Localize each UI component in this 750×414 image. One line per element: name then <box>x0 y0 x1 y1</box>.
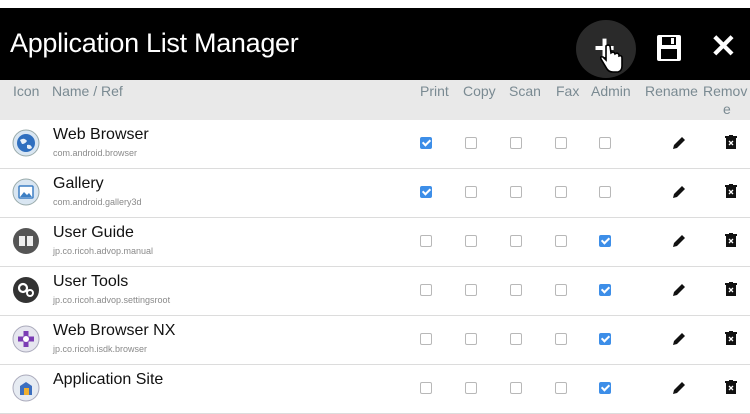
rename-pencil-icon[interactable] <box>671 233 687 254</box>
admin-checkbox[interactable] <box>599 333 611 345</box>
column-rename: Rename <box>645 83 698 99</box>
table-row[interactable]: Web Browser NX jp.co.ricoh.isdk.browser <box>0 316 750 365</box>
print-checkbox[interactable] <box>420 333 432 345</box>
save-icon[interactable] <box>656 34 682 67</box>
rename-pencil-icon[interactable] <box>671 331 687 352</box>
scan-checkbox[interactable] <box>510 235 522 247</box>
print-checkbox[interactable] <box>420 382 432 394</box>
scan-checkbox[interactable] <box>510 284 522 296</box>
app-ref: jp.co.ricoh.advop.settingsroot <box>53 295 171 305</box>
remove-trash-icon[interactable] <box>725 135 737 154</box>
browser-nx-icon <box>12 325 40 353</box>
title-bar: Application List Manager + ✕ <box>0 8 750 80</box>
scan-checkbox[interactable] <box>510 333 522 345</box>
admin-checkbox[interactable] <box>599 284 611 296</box>
fax-checkbox[interactable] <box>555 186 567 198</box>
print-checkbox[interactable] <box>420 235 432 247</box>
copy-checkbox[interactable] <box>465 382 477 394</box>
app-name: User Tools <box>53 273 129 290</box>
rename-pencil-icon[interactable] <box>671 184 687 205</box>
globe-icon <box>12 129 40 157</box>
table-row[interactable]: User Tools jp.co.ricoh.advop.settingsroot <box>0 267 750 316</box>
remove-trash-icon[interactable] <box>725 380 737 399</box>
book-icon <box>12 227 40 255</box>
remove-trash-icon[interactable] <box>725 233 737 252</box>
copy-checkbox[interactable] <box>465 186 477 198</box>
copy-checkbox[interactable] <box>465 284 477 296</box>
page-title: Application List Manager <box>10 28 299 58</box>
column-print: Print <box>420 83 449 99</box>
admin-checkbox[interactable] <box>599 137 611 149</box>
column-remove-wrap: e <box>723 101 731 117</box>
app-ref: com.android.browser <box>53 148 138 158</box>
remove-trash-icon[interactable] <box>725 282 737 301</box>
fax-checkbox[interactable] <box>555 137 567 149</box>
column-header-row: Icon Name / Ref Print Copy Scan Fax Admi… <box>0 80 750 120</box>
copy-checkbox[interactable] <box>465 137 477 149</box>
scan-checkbox[interactable] <box>510 186 522 198</box>
admin-checkbox[interactable] <box>599 235 611 247</box>
table-row[interactable]: Web Browser com.android.browser <box>0 120 750 169</box>
app-name: Web Browser <box>53 126 149 143</box>
rename-pencil-icon[interactable] <box>671 282 687 303</box>
table-row[interactable]: Application Site <box>0 365 750 414</box>
app-site-icon <box>12 374 40 402</box>
admin-checkbox[interactable] <box>599 382 611 394</box>
print-checkbox[interactable] <box>420 137 432 149</box>
scan-checkbox[interactable] <box>510 137 522 149</box>
fax-checkbox[interactable] <box>555 235 567 247</box>
remove-trash-icon[interactable] <box>725 184 737 203</box>
fax-checkbox[interactable] <box>555 382 567 394</box>
copy-checkbox[interactable] <box>465 333 477 345</box>
gallery-icon <box>12 178 40 206</box>
app-ref: jp.co.ricoh.advop.manual <box>53 246 154 256</box>
column-copy: Copy <box>463 83 496 99</box>
table-row[interactable]: Gallery com.android.gallery3d <box>0 169 750 218</box>
print-checkbox[interactable] <box>420 284 432 296</box>
scan-checkbox[interactable] <box>510 382 522 394</box>
column-fax: Fax <box>556 83 580 99</box>
gears-icon <box>12 276 40 304</box>
close-icon[interactable]: ✕ <box>710 30 737 62</box>
fax-checkbox[interactable] <box>555 333 567 345</box>
print-checkbox[interactable] <box>420 186 432 198</box>
column-name: Name / Ref <box>52 83 123 99</box>
app-ref: jp.co.ricoh.isdk.browser <box>53 344 148 354</box>
app-ref: com.android.gallery3d <box>53 197 142 207</box>
column-scan: Scan <box>509 83 541 99</box>
column-admin: Admin <box>591 83 631 99</box>
rename-pencil-icon[interactable] <box>671 380 687 401</box>
table-row[interactable]: User Guide jp.co.ricoh.advop.manual <box>0 218 750 267</box>
column-remove: Remov <box>703 83 748 99</box>
fax-checkbox[interactable] <box>555 284 567 296</box>
column-icon: Icon <box>13 83 40 99</box>
app-name: Web Browser NX <box>53 322 176 339</box>
copy-checkbox[interactable] <box>465 235 477 247</box>
remove-trash-icon[interactable] <box>725 331 737 350</box>
app-name: Gallery <box>53 175 104 192</box>
hand-cursor-icon <box>598 44 624 79</box>
admin-checkbox[interactable] <box>599 186 611 198</box>
rename-pencil-icon[interactable] <box>671 135 687 156</box>
app-name: User Guide <box>53 224 134 241</box>
app-name: Application Site <box>53 371 164 388</box>
